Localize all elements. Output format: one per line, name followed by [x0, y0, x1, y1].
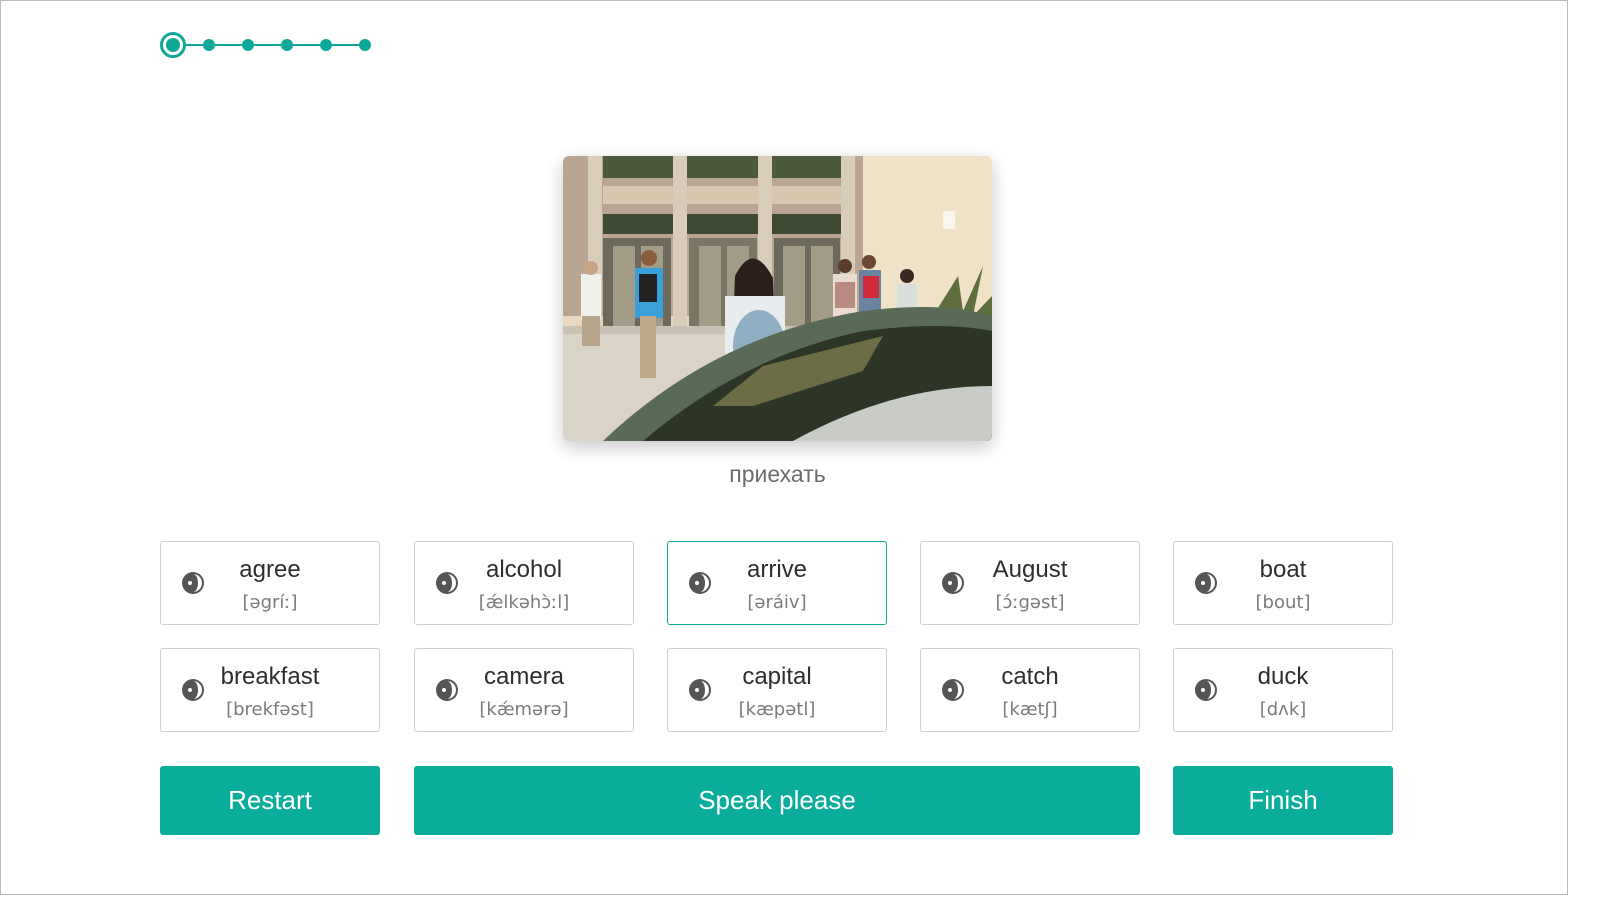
progress-step-2: [203, 39, 215, 51]
word-card-alcohol[interactable]: alcohol [ǽlkəhɔ̀ːl]: [414, 541, 634, 625]
translation-text: приехать: [729, 461, 826, 487]
word-card-boat[interactable]: boat [bout]: [1173, 541, 1393, 625]
card-transcription: [kætʃ]: [1002, 699, 1058, 720]
word-illustration-photo: [563, 156, 992, 441]
restart-button[interactable]: Restart: [160, 766, 380, 835]
card-transcription: [brekfəst]: [226, 699, 314, 720]
progress-step-6: [359, 39, 371, 51]
card-transcription: [kæpətl]: [738, 699, 816, 720]
card-transcription: [bout]: [1255, 592, 1311, 613]
card-transcription: [əráiv]: [747, 592, 807, 613]
card-word: breakfast: [220, 663, 320, 690]
word-card-camera[interactable]: camera [kǽmərə]: [414, 648, 634, 732]
word-card-capital[interactable]: capital [kæpətl]: [667, 648, 887, 732]
word-card-agree[interactable]: agree [əgríː]: [160, 541, 380, 625]
progress-line: [172, 44, 365, 46]
word-card-catch[interactable]: catch [kætʃ]: [920, 648, 1140, 732]
card-word: August: [992, 556, 1068, 583]
card-transcription: [ɔ́ːgəst]: [995, 592, 1065, 613]
progress-step-5: [320, 39, 332, 51]
card-transcription: [dʌk]: [1259, 699, 1307, 720]
progress-stepper: [160, 32, 374, 58]
progress-step-3: [242, 39, 254, 51]
photo-students-entering-school-icon: [563, 156, 992, 441]
card-word: boat: [1259, 556, 1307, 583]
word-card-duck[interactable]: duck [dʌk]: [1173, 648, 1393, 732]
card-word: camera: [483, 663, 565, 690]
card-word: alcohol: [485, 556, 563, 583]
word-card-arrive[interactable]: arrive [əráiv]: [667, 541, 887, 625]
progress-step-4: [281, 39, 293, 51]
card-word: agree: [239, 556, 301, 583]
card-transcription: [əgríː]: [242, 592, 298, 613]
finish-button[interactable]: Finish: [1173, 766, 1393, 835]
card-word: duck: [1257, 663, 1309, 690]
app-frame: приехать agree [əgríː] alcohol [ǽlkəhɔ̀ː…: [0, 0, 1568, 895]
card-word: catch: [1001, 663, 1059, 690]
progress-step-1-current: [160, 32, 186, 58]
speak-please-button[interactable]: Speak please: [414, 766, 1140, 835]
card-word: arrive: [746, 556, 807, 583]
card-transcription: [ǽlkəhɔ̀ːl]: [478, 592, 570, 613]
card-transcription: [kǽmərə]: [479, 699, 569, 720]
card-word: capital: [742, 663, 812, 690]
word-card-august[interactable]: August [ɔ́ːgəst]: [920, 541, 1140, 625]
word-card-breakfast[interactable]: breakfast [brekfəst]: [160, 648, 380, 732]
